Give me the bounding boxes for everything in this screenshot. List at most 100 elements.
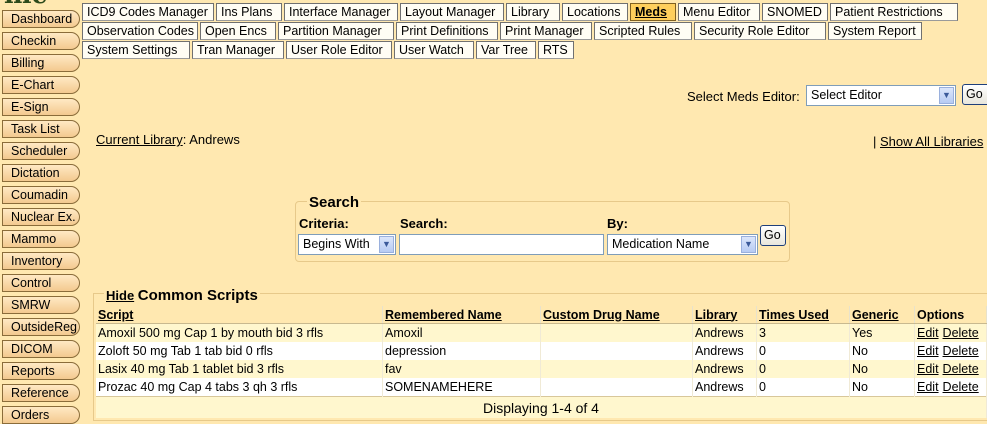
cell-custom-drug-name — [540, 323, 693, 342]
edit-link[interactable]: Edit — [917, 362, 939, 376]
tab-icd9-codes-manager[interactable]: ICD9 Codes Manager — [82, 3, 214, 21]
cell-library: Andrews — [692, 360, 757, 378]
meds-editor-go-button[interactable]: Go — [962, 84, 987, 105]
table-row: Lasix 40 mg Tab 1 tablet bid 3 rfls fav … — [96, 360, 987, 378]
tab-patient-restrictions[interactable]: Patient Restrictions — [830, 3, 958, 21]
tab-locations[interactable]: Locations — [562, 3, 628, 21]
tab-partition-manager[interactable]: Partition Manager — [278, 22, 394, 40]
current-library-link[interactable]: Current Library — [96, 132, 183, 147]
hide-link[interactable]: Hide — [106, 288, 134, 303]
edit-link[interactable]: Edit — [917, 344, 939, 358]
sidebar-item-task-list[interactable]: Task List — [2, 120, 80, 138]
cell-generic: No — [849, 360, 915, 378]
tab-system-settings[interactable]: System Settings — [82, 41, 190, 59]
sidebar-item-esign[interactable]: E-Sign — [2, 98, 80, 116]
cell-remembered-name: depression — [382, 342, 541, 360]
sidebar-item-dicom[interactable]: DICOM — [2, 340, 80, 358]
table-row: Amoxil 500 mg Cap 1 by mouth bid 3 rfls … — [96, 323, 987, 342]
tab-interface-manager[interactable]: Interface Manager — [284, 3, 398, 21]
sidebar-item-coumadin[interactable]: Coumadin — [2, 186, 80, 204]
sidebar-item-scheduler[interactable]: Scheduler — [2, 142, 80, 160]
show-all-libraries-link[interactable]: Show All Libraries — [880, 134, 983, 149]
sidebar-item-mammo[interactable]: Mammo — [2, 230, 80, 248]
cell-options: Edit Delete — [914, 323, 987, 342]
cell-generic: No — [849, 378, 915, 397]
column-header-remembered-name[interactable]: Remembered Name — [382, 306, 541, 324]
cell-options: Edit Delete — [914, 360, 987, 378]
tab-print-definitions[interactable]: Print Definitions — [396, 22, 498, 40]
column-header-generic[interactable]: Generic — [849, 306, 915, 324]
current-library-value: Andrews — [189, 132, 240, 147]
delete-link[interactable]: Delete — [943, 362, 979, 376]
sidebar-item-nuclear[interactable]: Nuclear Ex. — [2, 208, 80, 226]
tab-rts[interactable]: RTS — [538, 41, 574, 59]
tab-security-role-editor[interactable]: Security Role Editor — [694, 22, 826, 40]
search-by-select[interactable]: Medication Name ▼ — [607, 234, 758, 255]
tab-observation-codes[interactable]: Observation Codes — [82, 22, 198, 40]
column-header-times-used[interactable]: Times Used — [756, 306, 850, 324]
cell-times-used: 3 — [756, 323, 850, 342]
tab-ins-plans[interactable]: Ins Plans — [216, 3, 282, 21]
sidebar-item-dashboard[interactable]: Dashboard — [2, 10, 80, 28]
delete-link[interactable]: Delete — [943, 380, 979, 394]
cell-remembered-name: SOMENAMEHERE — [382, 378, 541, 397]
tab-layout-manager[interactable]: Layout Manager — [400, 3, 504, 21]
tab-meds[interactable]: Meds — [630, 3, 676, 21]
common-scripts-title: Common Scripts — [137, 287, 258, 304]
cell-generic: No — [849, 342, 915, 360]
cell-custom-drug-name — [540, 342, 693, 360]
cell-custom-drug-name — [540, 378, 693, 397]
pagination-status: Displaying 1-4 of 4 — [96, 396, 987, 418]
search-by-selected: Medication Name — [612, 237, 710, 251]
common-scripts-table: Script Remembered Name Custom Drug Name … — [96, 306, 987, 418]
tab-snomed[interactable]: SNOMED — [762, 3, 828, 21]
sidebar-item-outsidereg[interactable]: OutsideReg — [2, 318, 80, 336]
sidebar-item-inventory[interactable]: Inventory — [2, 252, 80, 270]
cell-options: Edit Delete — [914, 342, 987, 360]
sidebar-item-echart[interactable]: E-Chart — [2, 76, 80, 94]
cell-custom-drug-name — [540, 360, 693, 378]
search-go-button[interactable]: Go — [760, 225, 786, 246]
table-header-row: Script Remembered Name Custom Drug Name … — [96, 306, 987, 324]
sidebar-item-checkin[interactable]: Checkin — [2, 32, 80, 50]
column-header-library[interactable]: Library — [692, 306, 757, 324]
table-footer-row: Displaying 1-4 of 4 — [96, 396, 987, 418]
cell-library: Andrews — [692, 342, 757, 360]
sidebar-item-reference[interactable]: Reference — [2, 384, 80, 402]
column-header-custom-drug-name[interactable]: Custom Drug Name — [540, 306, 693, 324]
cell-remembered-name: fav — [382, 360, 541, 378]
criteria-select[interactable]: Begins With ▼ — [298, 234, 396, 255]
tab-tran-manager[interactable]: Tran Manager — [192, 41, 284, 59]
sidebar-item-smrw[interactable]: SMRW — [2, 296, 80, 314]
tab-system-report[interactable]: System Report — [828, 22, 922, 40]
edit-link[interactable]: Edit — [917, 326, 939, 340]
sidebar-item-orders[interactable]: Orders — [2, 406, 80, 424]
sidebar-item-control[interactable]: Control — [2, 274, 80, 292]
edit-link[interactable]: Edit — [917, 380, 939, 394]
tab-var-tree[interactable]: Var Tree — [476, 41, 536, 59]
cell-script: Amoxil 500 mg Cap 1 by mouth bid 3 rfls — [96, 323, 383, 342]
tab-bar: ICD9 Codes Manager Ins Plans Interface M… — [82, 0, 987, 60]
cell-library: Andrews — [692, 378, 757, 397]
cell-times-used: 0 — [756, 342, 850, 360]
sidebar-item-dictation[interactable]: Dictation — [2, 164, 80, 182]
tab-user-watch[interactable]: User Watch — [394, 41, 474, 59]
table-row: Prozac 40 mg Cap 4 tabs 3 qh 3 rfls SOME… — [96, 378, 987, 397]
column-header-options: Options — [914, 306, 987, 324]
sidebar-item-reports[interactable]: Reports — [2, 362, 80, 380]
sidebar-item-billing[interactable]: Billing — [2, 54, 80, 72]
tab-user-role-editor[interactable]: User Role Editor — [286, 41, 392, 59]
delete-link[interactable]: Delete — [943, 344, 979, 358]
tab-library[interactable]: Library — [506, 3, 560, 21]
chevron-down-icon: ▼ — [939, 87, 954, 104]
tab-scripted-rules[interactable]: Scripted Rules — [594, 22, 692, 40]
tab-open-encs[interactable]: Open Encs — [200, 22, 276, 40]
delete-link[interactable]: Delete — [943, 326, 979, 340]
search-label: Search: — [400, 216, 448, 231]
meds-editor-select[interactable]: Select Editor ▼ — [806, 85, 956, 106]
tab-print-manager[interactable]: Print Manager — [500, 22, 592, 40]
column-header-script[interactable]: Script — [96, 306, 383, 324]
tab-menu-editor[interactable]: Menu Editor — [678, 3, 760, 21]
search-input[interactable] — [399, 234, 604, 255]
criteria-label: Criteria: — [299, 216, 349, 231]
